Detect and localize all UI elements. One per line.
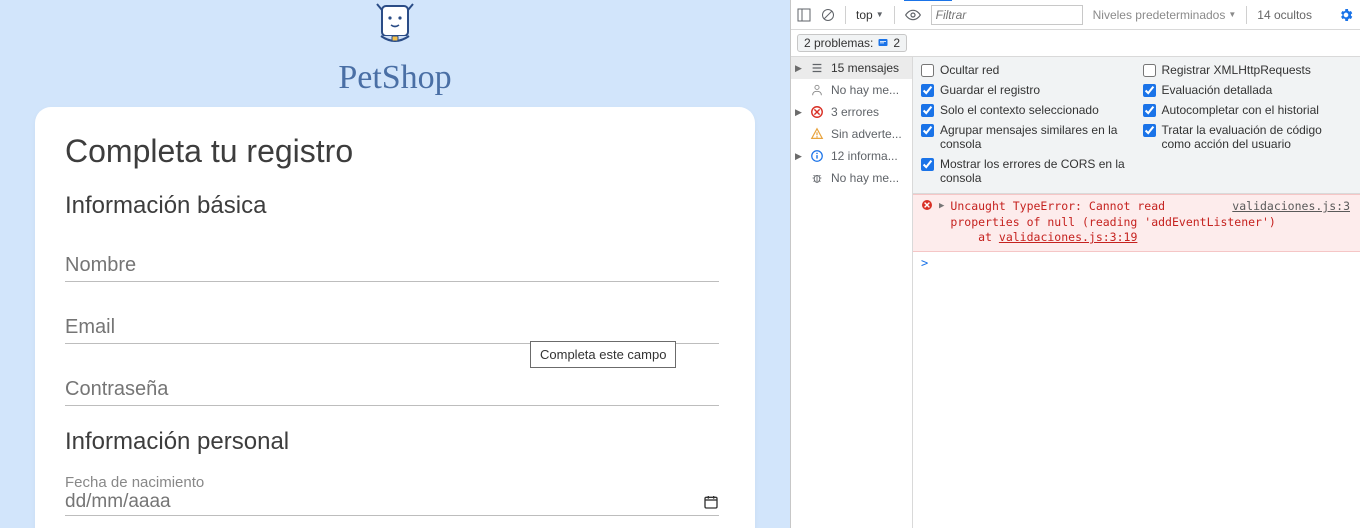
- sidebar-nomsg[interactable]: No hay me...: [791, 167, 912, 189]
- opt-preserve-log[interactable]: Guardar el registro: [921, 83, 1131, 97]
- problems-count: 2: [893, 36, 900, 50]
- console-settings: Ocultar red Registrar XMLHttpRequests Gu…: [913, 57, 1360, 194]
- opt-cors[interactable]: Mostrar los errores de CORS en la consol…: [921, 157, 1131, 185]
- prompt-chevron-icon: >: [921, 256, 928, 270]
- chevron-right-icon: ▶: [795, 107, 803, 118]
- petshop-logo-icon: [367, 0, 423, 56]
- email-field-wrap: [65, 316, 719, 344]
- sidebar-nouser-label: No hay me...: [831, 83, 899, 97]
- app-page: PetShop Completa tu registro Información…: [0, 0, 790, 528]
- opt-eager-eval-label: Evaluación detallada: [1162, 83, 1273, 97]
- opt-log-xhr-label: Registrar XMLHttpRequests: [1162, 63, 1311, 77]
- opt-selected-ctx[interactable]: Solo el contexto seleccionado: [921, 103, 1131, 117]
- info-icon: [809, 149, 825, 163]
- opt-eval-user[interactable]: Tratar la evaluación de código como acci…: [1143, 123, 1353, 151]
- toggle-sidebar-icon[interactable]: [797, 8, 811, 22]
- devtools-toolbar: top ▼ Niveles predeterminados ▼ 14 ocult…: [791, 0, 1360, 30]
- problems-label: 2 problemas:: [804, 36, 873, 50]
- brand-header: PetShop: [0, 0, 790, 97]
- opt-hide-network[interactable]: Ocultar red: [921, 63, 1131, 77]
- chevron-down-icon: ▼: [1228, 10, 1236, 19]
- console-main: Ocultar red Registrar XMLHttpRequests Gu…: [913, 57, 1360, 528]
- opt-log-xhr[interactable]: Registrar XMLHttpRequests: [1143, 63, 1353, 77]
- sidebar-nowarn-label: Sin adverte...: [831, 127, 902, 141]
- opt-eager-eval[interactable]: Evaluación detallada: [1143, 83, 1353, 97]
- name-field-wrap: [65, 254, 719, 282]
- email-input[interactable]: [65, 316, 719, 339]
- filter-input[interactable]: [931, 5, 1083, 25]
- sidebar-messages[interactable]: ▶ 15 mensajes: [791, 57, 912, 79]
- log-levels-selector[interactable]: Niveles predeterminados ▼: [1093, 8, 1237, 22]
- devtools-panel: top ▼ Niveles predeterminados ▼ 14 ocult…: [790, 0, 1360, 528]
- opt-cors-label: Mostrar los errores de CORS en la consol…: [940, 157, 1131, 185]
- gear-icon[interactable]: [1338, 7, 1354, 23]
- console-prompt[interactable]: >: [913, 252, 1360, 274]
- opt-preserve-log-label: Guardar el registro: [940, 83, 1040, 97]
- opt-group-similar-label: Agrupar mensajes similares en la consola: [940, 123, 1131, 151]
- brand-name: PetShop: [0, 59, 790, 97]
- issue-icon: [877, 37, 889, 49]
- console-sidebar: ▶ 15 mensajes No hay me... ▶ 3 errores S…: [791, 57, 913, 528]
- error-stack-at: at: [978, 230, 999, 244]
- chevron-down-icon: ▼: [876, 10, 884, 19]
- sidebar-nowarn[interactable]: Sin adverte...: [791, 123, 912, 145]
- chevron-right-icon: ▶: [795, 63, 803, 74]
- sidebar-nouser[interactable]: No hay me...: [791, 79, 912, 101]
- error-line1: Uncaught TypeError: Cannot read: [950, 199, 1165, 213]
- name-input[interactable]: [65, 254, 719, 277]
- section-personal-title: Información personal: [65, 428, 719, 456]
- active-tab-indicator: [904, 0, 952, 1]
- sidebar-errors-label: 3 errores: [831, 105, 879, 119]
- user-icon: [809, 83, 825, 97]
- context-selector[interactable]: top ▼: [856, 8, 884, 22]
- validation-tooltip: Completa este campo: [530, 341, 676, 368]
- opt-hide-network-label: Ocultar red: [940, 63, 999, 77]
- opt-selected-ctx-label: Solo el contexto seleccionado: [940, 103, 1099, 117]
- opt-eval-user-label: Tratar la evaluación de código como acci…: [1162, 123, 1353, 151]
- error-stack-link[interactable]: validaciones.js:3:19: [999, 230, 1137, 244]
- opt-group-similar[interactable]: Agrupar mensajes similares en la consola: [921, 123, 1131, 151]
- context-label: top: [856, 8, 873, 22]
- levels-label: Niveles predeterminados: [1093, 8, 1226, 22]
- sidebar-info[interactable]: ▶ 12 informa...: [791, 145, 912, 167]
- bug-icon: [809, 171, 825, 185]
- warning-icon: [809, 127, 825, 141]
- page-title: Completa tu registro: [65, 133, 719, 170]
- registration-card: Completa tu registro Información básica …: [35, 107, 755, 528]
- chevron-right-icon: ▶: [939, 201, 944, 211]
- opt-autocomplete-label: Autocompletar con el historial: [1162, 103, 1319, 117]
- error-icon: [809, 105, 825, 119]
- error-dot-icon: [921, 199, 933, 214]
- live-expression-icon[interactable]: [905, 7, 921, 23]
- birth-input[interactable]: [65, 491, 703, 513]
- error-line2: properties of null (reading 'addEventLis…: [950, 215, 1275, 229]
- opt-autocomplete[interactable]: Autocompletar con el historial: [1143, 103, 1353, 117]
- toolbar-separator-2: [894, 6, 895, 24]
- password-input[interactable]: [65, 378, 719, 401]
- console-error-row[interactable]: ▶ Uncaught TypeError: Cannot read proper…: [913, 194, 1360, 252]
- problems-bar: 2 problemas: 2: [791, 30, 1360, 57]
- calendar-icon[interactable]: [703, 494, 719, 510]
- sidebar-messages-label: 15 mensajes: [831, 61, 899, 75]
- clear-console-icon[interactable]: [821, 8, 835, 22]
- error-location-link[interactable]: validaciones.js:3: [1232, 199, 1350, 213]
- chevron-right-icon: ▶: [795, 151, 803, 162]
- problems-chip[interactable]: 2 problemas: 2: [797, 34, 907, 52]
- section-basic-title: Información básica: [65, 192, 719, 220]
- birth-field-wrap: [65, 491, 719, 516]
- list-icon: [809, 61, 825, 75]
- toolbar-separator: [845, 6, 846, 24]
- devtools-body: ▶ 15 mensajes No hay me... ▶ 3 errores S…: [791, 57, 1360, 528]
- birth-label: Fecha de nacimiento: [65, 474, 719, 491]
- sidebar-errors[interactable]: ▶ 3 errores: [791, 101, 912, 123]
- password-field-wrap: [65, 378, 719, 406]
- toolbar-separator-3: [1246, 6, 1247, 24]
- hidden-count[interactable]: 14 ocultos: [1257, 8, 1312, 22]
- sidebar-info-label: 12 informa...: [831, 149, 898, 163]
- sidebar-nomsg-label: No hay me...: [831, 171, 899, 185]
